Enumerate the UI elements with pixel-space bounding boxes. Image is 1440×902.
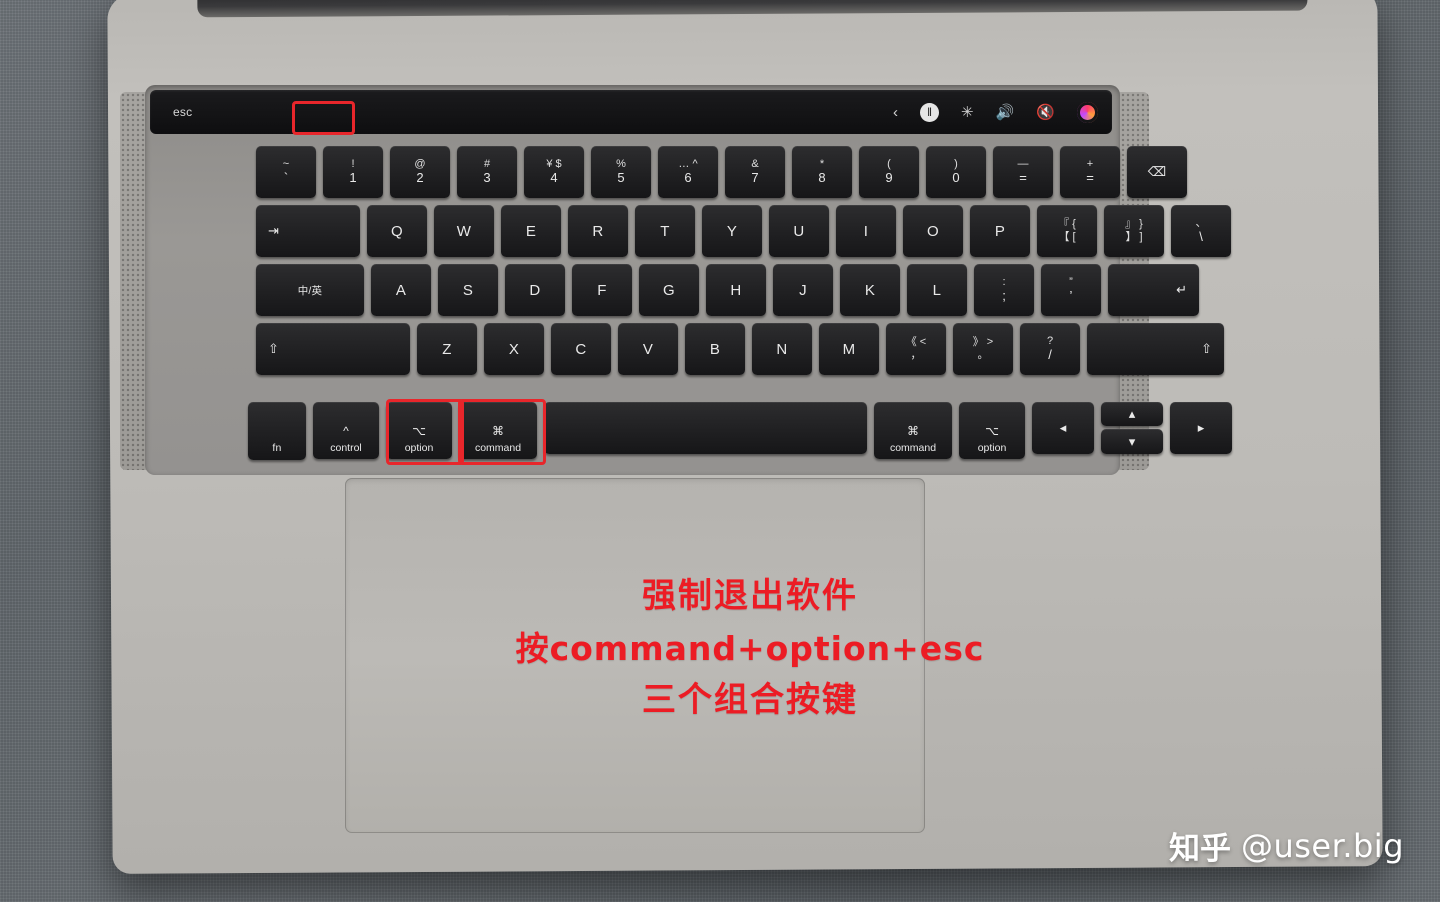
key-shift-left[interactable]: ⇧	[256, 323, 410, 375]
laptop-hinge	[197, 0, 1308, 18]
key-command-right[interactable]: ⌘ command	[874, 402, 952, 459]
key-e[interactable]: E	[501, 205, 561, 257]
key-semicolon[interactable]: : ;	[974, 264, 1034, 316]
key-y[interactable]: Y	[702, 205, 762, 257]
key-control[interactable]: ^ control	[313, 402, 379, 459]
touch-bar-controls[interactable]: ‹ ‖ ✳ 🔊 🔇	[893, 101, 1098, 123]
key-a[interactable]: A	[371, 264, 431, 316]
annotation-line-3: 三个组合按键	[642, 679, 858, 720]
key-arrow-right[interactable]: ▸	[1170, 402, 1232, 454]
zhihu-logo: 知乎	[1168, 831, 1231, 867]
key-3[interactable]: # 3	[457, 146, 517, 198]
key-v[interactable]: V	[618, 323, 678, 375]
key-caps-lock[interactable]: 中/英	[256, 264, 364, 316]
volume-icon[interactable]: 🔊	[996, 105, 1015, 120]
key-t[interactable]: T	[635, 205, 695, 257]
key-9[interactable]: ( 9	[859, 146, 919, 198]
key-c[interactable]: C	[551, 323, 611, 375]
key-f[interactable]: F	[572, 264, 632, 316]
key-period[interactable]: 》 > 。	[953, 323, 1013, 375]
key-fn[interactable]: fn	[248, 402, 306, 460]
key-bracket-right[interactable]: 』 } 】 ]	[1104, 205, 1164, 257]
keyboard-row-modifiers: fn ^ control ⌥ option ⌘ command ⌘ comman…	[248, 402, 1232, 460]
key-backtick[interactable]: ~ `	[256, 146, 316, 198]
key-comma[interactable]: 《 < ，	[886, 323, 946, 375]
annotation-line-1: 强制退出软件	[642, 576, 858, 616]
key-delete[interactable]: ⌫	[1127, 146, 1187, 198]
key-d[interactable]: D	[505, 264, 565, 316]
key-5[interactable]: % 5	[591, 146, 651, 198]
back-chevron-icon[interactable]: ‹	[893, 105, 898, 120]
key-6[interactable]: … ^ 6	[658, 146, 718, 198]
key-return[interactable]: ↵	[1108, 264, 1199, 316]
key-arrow-left[interactable]: ◂	[1032, 402, 1094, 454]
key-m[interactable]: M	[819, 323, 879, 375]
key-r[interactable]: R	[568, 205, 628, 257]
key-command-left[interactable]: ⌘ command	[459, 402, 537, 459]
touch-bar[interactable]: esc ‹ ‖ ✳ 🔊 🔇	[150, 90, 1112, 134]
key-n[interactable]: N	[752, 323, 812, 375]
key-tab[interactable]: ⇥	[256, 205, 360, 257]
key-4[interactable]: ¥ $ 4	[524, 146, 584, 198]
annotation-line-2: 按command+option+esc	[515, 628, 985, 668]
key-backslash[interactable]: 、 \	[1171, 205, 1231, 257]
key-l[interactable]: L	[907, 264, 967, 316]
key-s[interactable]: S	[438, 264, 498, 316]
esc-key[interactable]: esc	[163, 101, 202, 123]
key-1[interactable]: ! 1	[323, 146, 383, 198]
key-h[interactable]: H	[706, 264, 766, 316]
key-minus[interactable]: — =	[993, 146, 1053, 198]
play-pause-icon[interactable]: ‖	[920, 102, 940, 122]
keyboard-row-home: 中/英 A S D F G H J K L : ; ” ’ ↵	[256, 264, 1199, 316]
key-0[interactable]: ) 0	[926, 146, 986, 198]
siri-icon[interactable]	[1077, 101, 1098, 123]
key-i[interactable]: I	[836, 205, 896, 257]
mute-icon[interactable]: 🔇	[1036, 105, 1055, 120]
key-k[interactable]: K	[840, 264, 900, 316]
key-7[interactable]: & 7	[725, 146, 785, 198]
key-arrow-down[interactable]: ▾	[1101, 429, 1163, 454]
key-8[interactable]: * 8	[792, 146, 852, 198]
photo-scene: esc ‹ ‖ ✳ 🔊 🔇 ~ ` ! 1 @ 2 # 3 ¥ $ 4 % 5 …	[0, 0, 1440, 902]
key-x[interactable]: X	[484, 323, 544, 375]
key-w[interactable]: W	[434, 205, 494, 257]
watermark: 知乎 @user.big	[1169, 823, 1404, 868]
key-equal[interactable]: + =	[1060, 146, 1120, 198]
annotation-text: 强制退出软件 按command+option+esc 三个组合按键	[430, 570, 1070, 727]
key-q[interactable]: Q	[367, 205, 427, 257]
key-p[interactable]: P	[970, 205, 1030, 257]
keyboard-row-qwerty: ⇥ Q W E R T Y U I O P 『 { 【 [ 』 } 】 ] 、 …	[256, 205, 1231, 257]
key-space[interactable]	[544, 402, 867, 454]
key-arrow-up[interactable]: ▴	[1101, 402, 1163, 426]
key-quote[interactable]: ” ’	[1041, 264, 1101, 316]
key-j[interactable]: J	[773, 264, 833, 316]
key-g[interactable]: G	[639, 264, 699, 316]
keyboard-row-numbers: ~ ` ! 1 @ 2 # 3 ¥ $ 4 % 5 … ^ 6 & 7 * 8 …	[256, 146, 1187, 198]
key-2[interactable]: @ 2	[390, 146, 450, 198]
keyboard-row-bottom-letters: ⇧ Z X C V B N M 《 < ， 》 > 。 ? / ⇧	[256, 323, 1224, 375]
key-z[interactable]: Z	[417, 323, 477, 375]
key-o[interactable]: O	[903, 205, 963, 257]
key-u[interactable]: U	[769, 205, 829, 257]
key-b[interactable]: B	[685, 323, 745, 375]
key-option-left[interactable]: ⌥ option	[386, 402, 452, 459]
key-bracket-left[interactable]: 『 { 【 [	[1037, 205, 1097, 257]
key-slash[interactable]: ? /	[1020, 323, 1080, 375]
brightness-icon[interactable]: ✳	[961, 105, 974, 120]
watermark-username: @user.big	[1240, 826, 1404, 865]
key-option-right[interactable]: ⌥ option	[959, 402, 1025, 459]
key-shift-right[interactable]: ⇧	[1087, 323, 1224, 375]
